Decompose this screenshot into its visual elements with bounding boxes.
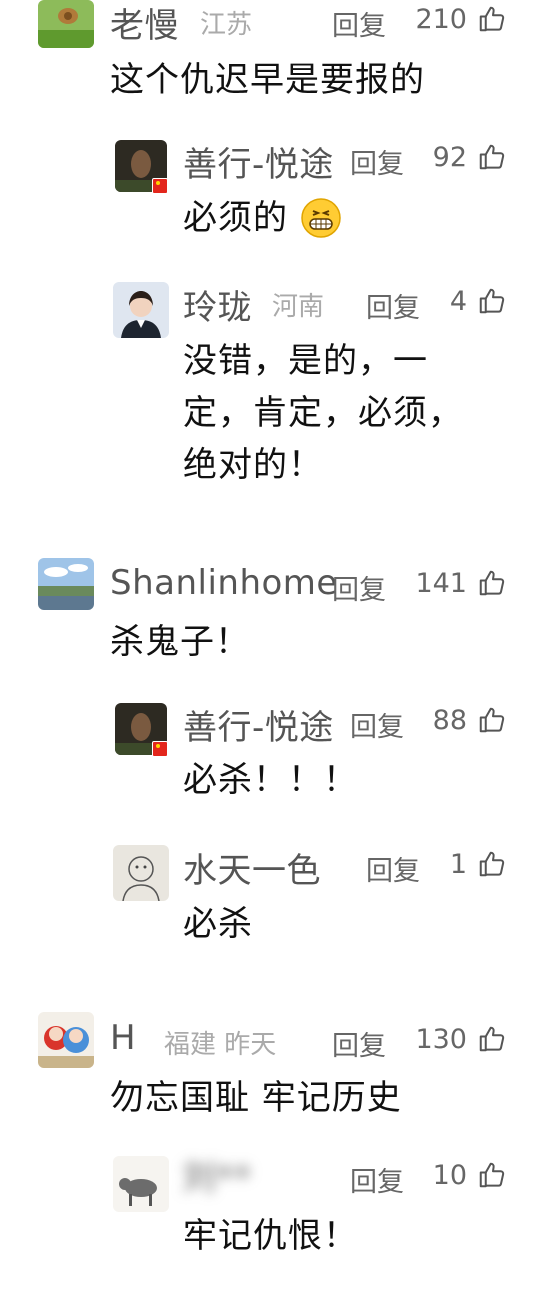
username[interactable]: H xyxy=(110,1018,136,1058)
avatar[interactable] xyxy=(113,1156,169,1212)
comment-text: 牢记仇恨！ xyxy=(183,1216,358,1256)
reply-button[interactable]: 回复 xyxy=(350,142,404,181)
comment-text: 杀鬼子！ xyxy=(110,622,250,662)
reply-button[interactable]: 回复 xyxy=(366,849,420,888)
avatar[interactable] xyxy=(38,558,94,610)
thumbs-up-icon[interactable] xyxy=(477,1160,507,1190)
username-blurred[interactable]: 刘** xyxy=(182,1150,312,1198)
like-count: 210 xyxy=(415,4,467,35)
username[interactable]: 玲珑 xyxy=(183,280,252,329)
reply-button[interactable]: 回复 xyxy=(350,1160,404,1199)
comment-text: 这个仇迟早是要报的 xyxy=(110,60,425,100)
avatar[interactable] xyxy=(113,845,169,901)
like-count: 88 xyxy=(432,705,467,736)
avatar[interactable] xyxy=(113,282,169,338)
username[interactable]: 老慢 xyxy=(110,0,179,47)
like-count: 4 xyxy=(449,286,467,317)
comment-text: 没错，是的，一 定，肯定，必须， 绝对的！ xyxy=(183,341,463,485)
like-count: 1 xyxy=(449,849,467,880)
thumbs-up-icon[interactable] xyxy=(477,849,507,879)
reply-button[interactable]: 回复 xyxy=(332,568,386,607)
thumbs-up-icon[interactable] xyxy=(477,142,507,172)
location-label: 江苏 xyxy=(200,10,253,40)
location-label: 福建 昨天 xyxy=(164,1030,277,1060)
like-count: 141 xyxy=(415,568,467,599)
reply-button[interactable]: 回复 xyxy=(366,286,420,325)
comment-text: 勿忘国耻 牢记历史 xyxy=(110,1078,402,1118)
avatar[interactable] xyxy=(38,0,94,48)
avatar[interactable] xyxy=(38,1012,94,1068)
username[interactable]: 善行-悦途 xyxy=(183,700,334,749)
reply-button[interactable]: 回复 xyxy=(332,4,386,43)
comment-text: 必须的 xyxy=(183,198,288,238)
location-label: 河南 xyxy=(272,292,325,322)
thumbs-up-icon[interactable] xyxy=(477,1024,507,1054)
thumbs-up-icon[interactable] xyxy=(477,286,507,316)
username[interactable]: 善行-悦途 xyxy=(183,137,334,186)
reply-button[interactable]: 回复 xyxy=(350,705,404,744)
grinning-emoji xyxy=(300,197,342,239)
thumbs-up-icon[interactable] xyxy=(477,705,507,735)
like-count: 92 xyxy=(432,142,467,173)
comment-text: 必杀！！！ xyxy=(183,760,358,800)
like-count: 10 xyxy=(432,1160,467,1191)
flag-icon xyxy=(152,741,168,757)
like-count: 130 xyxy=(415,1024,467,1055)
username[interactable]: 水天一色 xyxy=(183,843,321,892)
username[interactable]: Shanlinhome xyxy=(110,563,338,603)
reply-button[interactable]: 回复 xyxy=(332,1024,386,1063)
flag-icon xyxy=(152,178,168,194)
comment-text: 必杀 xyxy=(183,904,253,944)
thumbs-up-icon[interactable] xyxy=(477,568,507,598)
thumbs-up-icon[interactable] xyxy=(477,4,507,34)
